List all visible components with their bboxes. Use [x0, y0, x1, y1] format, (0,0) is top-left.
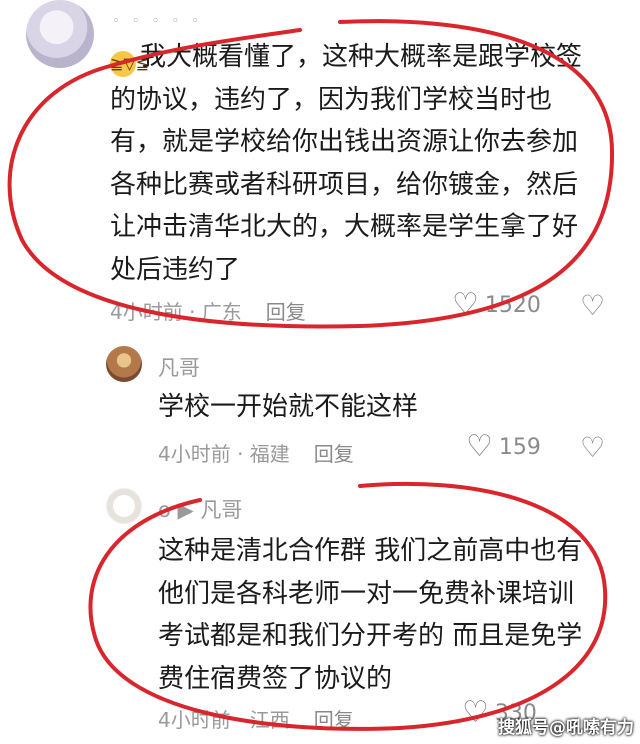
crying-laughing-emoji-icon: ≧▽≦ [110, 51, 149, 77]
like-count: 1520 [484, 292, 541, 318]
watermark: 搜狐号@吼嗦有力 [498, 718, 634, 738]
heart-icon: ♡ [466, 429, 493, 464]
comment-line: 处后违约了 [110, 254, 241, 285]
reply-button[interactable]: 回复 [266, 300, 306, 324]
timestamp-location: 4小时前 · 广东 [110, 300, 242, 324]
comment-line: 费住宿费签了协议的 [158, 663, 393, 694]
comment-text: ≧▽≦我大概看懂了，这种大概率是跟学校签 的协议，违约了，因为我们学校当时也 有… [110, 36, 582, 291]
timestamp-location: 4小时前 · 江西 [158, 708, 290, 732]
comment-text: 这种是清北合作群 我们之前高中也有 他们是各科老师一对一免费补课培训 考试都是和… [158, 530, 582, 700]
comment-line: 这种是清北合作群 我们之前高中也有 [158, 536, 583, 566]
username-reply-to[interactable]: o ▶ 凡哥 [158, 494, 242, 524]
comment-line: 让冲击清华北大的，大概率是学生拿了好 [110, 212, 579, 242]
reply-button[interactable]: 回复 [314, 708, 354, 732]
heart-icon: ♡ [462, 695, 489, 730]
more-options-dots[interactable]: ◦ ◦ ◦ ◦ ◦ [112, 14, 203, 29]
reply-button[interactable]: 回复 [314, 442, 354, 466]
like-count: 159 [498, 434, 541, 460]
comment-meta: 4小时前 · 福建 回复 [158, 438, 354, 467]
comment-line: 他们是各科老师一对一免费补课培训 [158, 578, 575, 609]
comment-line: 各种比赛或者科研项目，给你镀金，然后 [110, 169, 579, 200]
avatar[interactable] [26, 0, 94, 68]
comment-line: 的协议，违约了，因为我们学校当时也 [110, 84, 553, 115]
comment-line: 考试都是和我们分开考的 而且是免学 [158, 621, 583, 651]
heart-icon: ♡ [452, 287, 479, 322]
dislike-broken-heart-icon[interactable]: ♡ [580, 434, 605, 462]
like-button[interactable]: ♡ 159 [466, 432, 541, 462]
comment-meta: 4小时前 · 广东 回复 [110, 296, 306, 325]
comment-line: 有，就是学校给你出钱出资源让你去参加 [110, 127, 579, 157]
avatar[interactable] [106, 488, 142, 524]
comment-meta: 4小时前 · 江西 回复 [158, 704, 354, 733]
avatar[interactable] [106, 346, 142, 382]
username[interactable]: 凡哥 [158, 352, 200, 382]
dislike-broken-heart-icon[interactable]: ♡ [580, 292, 605, 320]
comment-line: ≧▽≦我大概看懂了，这种大概率是跟学校签 [110, 36, 582, 79]
comment-text: 学校一开始就不能这样 [158, 392, 419, 422]
like-button[interactable]: ♡ 1520 [452, 290, 541, 320]
timestamp-location: 4小时前 · 福建 [158, 442, 290, 466]
